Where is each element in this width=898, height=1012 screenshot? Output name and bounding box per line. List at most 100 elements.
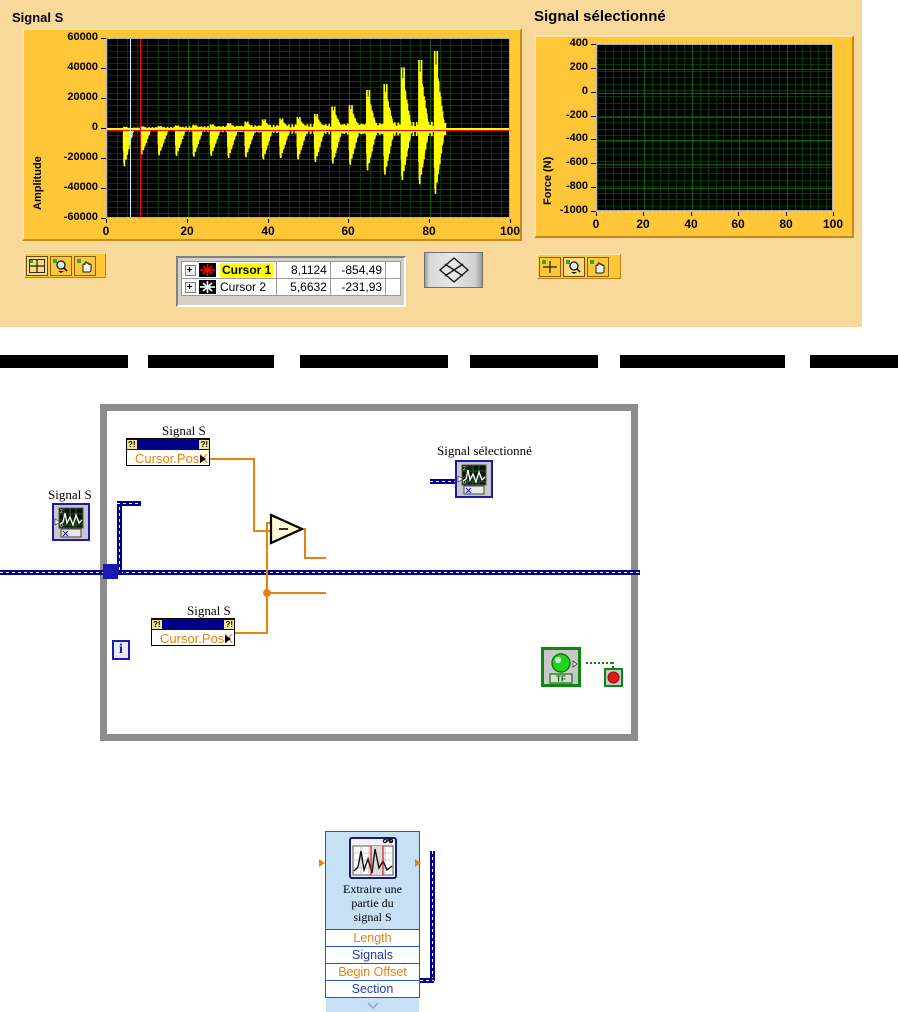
y-tick-mark [101,68,106,69]
cursor-posx-property-node-2[interactable]: ?! ?! Cursor.PosX [151,618,235,646]
express-terminal-section[interactable]: Section [326,980,419,997]
cursor-legend[interactable]: Cursor 1 8,1124 -854,49 Cursor 2 5,6632 -231,… [176,256,406,307]
pan-tool-icon[interactable] [74,255,96,276]
front-panel: Signal S Amplitude 0 20 40 60 80 100 60000 4000… [0,0,862,327]
signal-s-input-terminal[interactable]: 2 0 [52,503,90,541]
zoom-tool-icon[interactable] [50,255,72,276]
wire-posx1-h [210,458,255,460]
express-vi-header: Extraire une partie du signal S [326,832,419,929]
x-tick-mark [691,212,692,216]
waveform-graph-terminal-icon: 2 0 [457,462,491,496]
cursor-x-value[interactable]: 8,1124 [276,261,331,279]
minor-gridline-h [597,161,832,162]
stop-button[interactable] [604,668,623,687]
y-tick-label: -400 [565,132,588,144]
zoom-tool-icon[interactable] [563,256,585,277]
signal-s-graph[interactable]: Amplitude 0 20 40 60 80 100 60000 40000 20000 0 -2… [22,28,522,241]
cursor-y-value[interactable]: -854,49 [329,261,387,279]
right-graph-title: Signal sélectionné [534,8,666,25]
express-terminal-length[interactable]: Length [326,929,419,946]
y-tick-mark [591,187,596,188]
cursor-line-horizontal-1[interactable] [107,130,509,131]
signal-wire-main [0,570,640,575]
cursor-legend-row[interactable]: Cursor 2 5,6632 -231,93 [180,278,401,296]
y-tick-label: 40000 [67,61,98,73]
y-tick-mark [101,158,106,159]
property-name-2[interactable]: Cursor.PosX [152,630,234,648]
y-tick-mark [591,68,596,69]
y-tick-label: 20000 [67,91,98,103]
property-node-header-2: ?! ?! [152,619,234,630]
minor-gridline-h [597,173,832,174]
gridline-h [597,140,832,141]
cursor-name-cell[interactable]: Cursor 2 [180,278,278,296]
minor-gridline-h [597,122,832,123]
x-tick-mark [738,212,739,216]
cursor-x-value[interactable]: 5,6632 [276,278,331,296]
iteration-terminal: i [112,640,130,660]
minor-gridline-h [597,154,832,155]
left-graph-palette[interactable] [24,253,106,278]
right-plot-area[interactable] [596,44,833,211]
cursor-line-vertical-1[interactable] [140,39,141,217]
x-tick-mark [187,219,188,223]
expand-icon[interactable] [185,264,196,276]
cursor-name-label: Cursor 1 [220,262,274,277]
y-tick-label: 0 [581,85,588,97]
expand-icon[interactable] [185,281,196,293]
subtract-function[interactable] [268,513,306,545]
x-tick-mark [429,219,430,223]
express-terminal-begin-offset[interactable]: Begin Offset [326,963,419,980]
property-name-1[interactable]: Cursor.PosX [127,450,209,468]
right-graph-palette[interactable] [537,254,621,279]
waveform-graph-terminal-icon: 2 0 [54,505,88,539]
minor-gridline-h [597,103,832,104]
cursor-movement-pad[interactable] [424,252,483,288]
minor-gridline-h [597,64,832,65]
y-tick-label: 400 [569,37,588,49]
separator-dash [148,355,274,368]
express-terminal-signals[interactable]: Signals [326,946,419,963]
cursor-line-vertical-2[interactable] [130,39,131,217]
signal-waveform [107,51,509,194]
y-tick-label: -600 [565,156,588,168]
minor-gridline-h [597,180,832,181]
express-vi-expand-handle[interactable] [326,997,419,1012]
loop-condition-terminal[interactable]: TF [541,647,581,687]
cursor-y-value[interactable]: -231,93 [329,278,387,296]
property-node-refnum-icon-3: ?! [152,620,162,629]
y-tick-mark [101,38,106,39]
property-output-arrow-icon [200,455,206,463]
diamond-pad-icon [438,257,469,283]
left-plot-area[interactable] [106,38,510,218]
signal-selectionne-output-terminal[interactable]: 2 0 [455,460,493,498]
pan-tool-icon[interactable] [587,256,609,277]
cursor-name-cell[interactable]: Cursor 1 [180,261,278,279]
express-error-in-arrow-icon [319,859,325,867]
x-tick-label: 20 [180,224,194,238]
x-tick-label: 0 [102,224,110,238]
y-tick-label: -40000 [63,181,98,193]
cursor-legend-row[interactable]: Cursor 1 8,1124 -854,49 [180,261,401,279]
property-node-refnum-icon-2: ?! [199,440,209,449]
cursor-extra-cell [385,278,401,296]
cursor-posx-property-node-1[interactable]: ?! ?! Cursor.PosX [126,438,210,466]
y-tick-mark [101,218,106,219]
cursor-style-swatch[interactable] [199,280,216,295]
y-tick-label: 200 [569,61,588,73]
minor-gridline-h [597,148,832,149]
svg-text:0: 0 [463,480,466,486]
signal-selectionne-graph[interactable]: Force (N) 0 20 40 60 80 100 400 200 0 -200 -400 -60… [534,35,854,238]
input-terminal-label: Signal S [48,487,92,502]
cursor-move-tool-icon[interactable] [539,256,561,277]
cursor-move-tool-icon[interactable] [26,255,48,276]
minor-gridline-h [597,141,832,142]
extract-signal-express-vi[interactable]: Extraire une partie du signal S Length S… [325,831,420,1012]
y-tick-mark [591,211,596,212]
property-node-refnum-icon: ?! [127,440,137,449]
y-tick-label: -800 [565,180,588,192]
y-tick-label: -200 [565,109,588,121]
cursor-style-swatch[interactable] [199,263,216,278]
wire-begin-offset [266,592,326,594]
separator-dash [0,355,128,368]
